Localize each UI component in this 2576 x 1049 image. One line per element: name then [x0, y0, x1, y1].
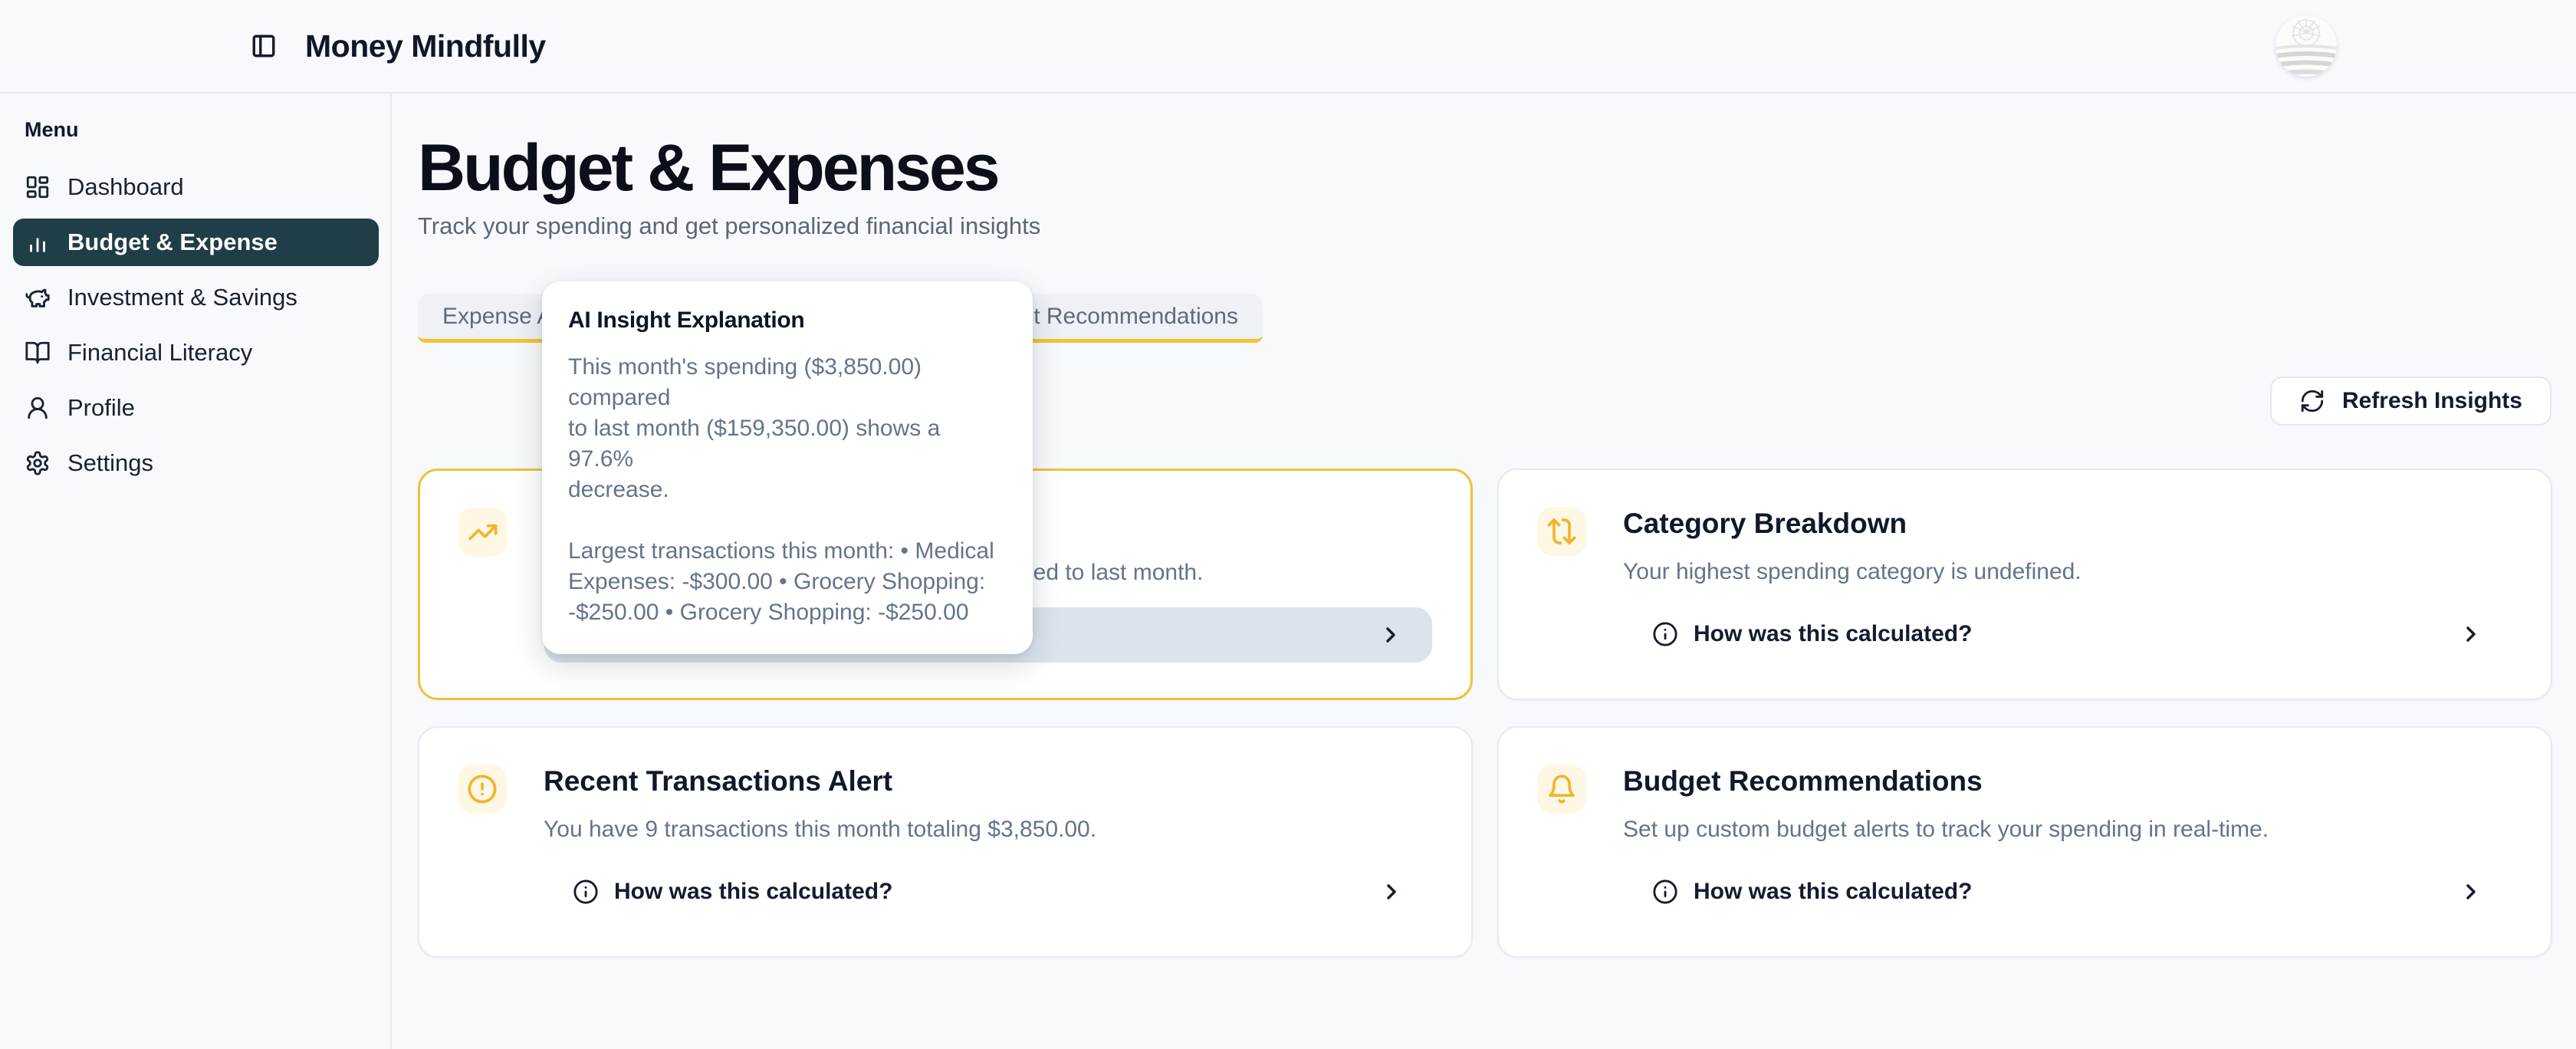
- card-title: Recent Transactions Alert: [544, 765, 1433, 798]
- bar-chart-icon: [25, 229, 51, 255]
- how-calculated-label: How was this calculated?: [1694, 879, 1972, 905]
- card-body: Set up custom budget alerts to track you…: [1623, 815, 2512, 844]
- card-title: Category Breakdown: [1623, 507, 2512, 541]
- sidebar-item-label: Investment & Savings: [67, 284, 297, 311]
- card-recent-transactions: Recent Transactions Alert You have 9 tra…: [418, 726, 1473, 958]
- sidebar-item-budget-expense[interactable]: Budget & Expense: [13, 219, 379, 266]
- sidebar-item-profile[interactable]: Profile: [13, 384, 379, 432]
- repeat-icon: [1537, 507, 1586, 556]
- info-icon: [573, 879, 599, 905]
- how-calculated-label: How was this calculated?: [614, 879, 892, 905]
- avatar[interactable]: [2275, 15, 2337, 77]
- topbar: Money Mindfully: [0, 0, 2576, 94]
- refresh-insights-label: Refresh Insights: [2342, 388, 2522, 414]
- page-title: Budget & Expenses: [418, 129, 2551, 208]
- info-icon: [1652, 621, 1678, 647]
- card-budget-recommendations: Budget Recommendations Set up custom bud…: [1497, 726, 2552, 958]
- sidebar-item-dashboard[interactable]: Dashboard: [13, 163, 379, 211]
- sidebar-item-settings[interactable]: Settings: [13, 439, 379, 487]
- trending-up-icon: [458, 508, 508, 557]
- popover-paragraph: This month's spending ($3,850.00) compar…: [568, 352, 1007, 505]
- ai-insight-popover: AI Insight Explanation This month's spen…: [542, 281, 1033, 654]
- sidebar-item-label: Financial Literacy: [67, 339, 252, 367]
- sidebar-item-label: Profile: [67, 394, 135, 422]
- how-calculated-link[interactable]: How was this calculated?: [1623, 864, 2512, 919]
- refresh-insights-button[interactable]: Refresh Insights: [2270, 377, 2551, 426]
- how-calculated-link[interactable]: How was this calculated?: [544, 864, 1433, 919]
- chevron-right-icon: [2459, 880, 2483, 904]
- user-icon: [25, 395, 51, 421]
- chevron-right-icon: [1379, 880, 1404, 904]
- sidebar-item-investment-savings[interactable]: Investment & Savings: [13, 274, 379, 321]
- app-title: Money Mindfully: [305, 28, 546, 64]
- sidebar-menu-label: Menu: [13, 118, 379, 142]
- card-body: You have 9 transactions this month total…: [544, 815, 1433, 844]
- book-open-icon: [25, 340, 51, 366]
- gear-icon: [25, 450, 51, 476]
- bell-icon: [1537, 765, 1586, 814]
- alert-circle-icon: [458, 765, 507, 814]
- refresh-icon: [2299, 388, 2325, 414]
- card-title: Budget Recommendations: [1623, 765, 2512, 798]
- sidebar-item-label: Settings: [67, 449, 153, 477]
- panel-left-icon: [251, 33, 277, 59]
- card-body: Your highest spending category is undefi…: [1623, 557, 2512, 587]
- card-category-breakdown: Category Breakdown Your highest spending…: [1497, 469, 2552, 700]
- chevron-right-icon: [2459, 622, 2483, 646]
- chevron-right-icon: [1378, 623, 1403, 647]
- sidebar: Menu Dashboard Budget & Expense Investme…: [0, 94, 392, 1049]
- dashboard-icon: [25, 174, 51, 200]
- info-icon: [1652, 879, 1678, 905]
- piggy-bank-icon: [25, 284, 51, 311]
- how-calculated-label: How was this calculated?: [1694, 621, 1972, 647]
- sidebar-item-financial-literacy[interactable]: Financial Literacy: [13, 329, 379, 377]
- how-calculated-link[interactable]: How was this calculated?: [1623, 607, 2512, 662]
- popover-title: AI Insight Explanation: [568, 307, 1007, 334]
- avatar-image: [2275, 15, 2337, 77]
- sidebar-item-label: Budget & Expense: [67, 229, 278, 256]
- popover-transaction-list: Largest transactions this month: • Medic…: [568, 536, 1007, 628]
- sidebar-item-label: Dashboard: [67, 173, 184, 201]
- sidebar-toggle-button[interactable]: [244, 26, 284, 66]
- page-subtitle: Track your spending and get personalized…: [418, 212, 2551, 240]
